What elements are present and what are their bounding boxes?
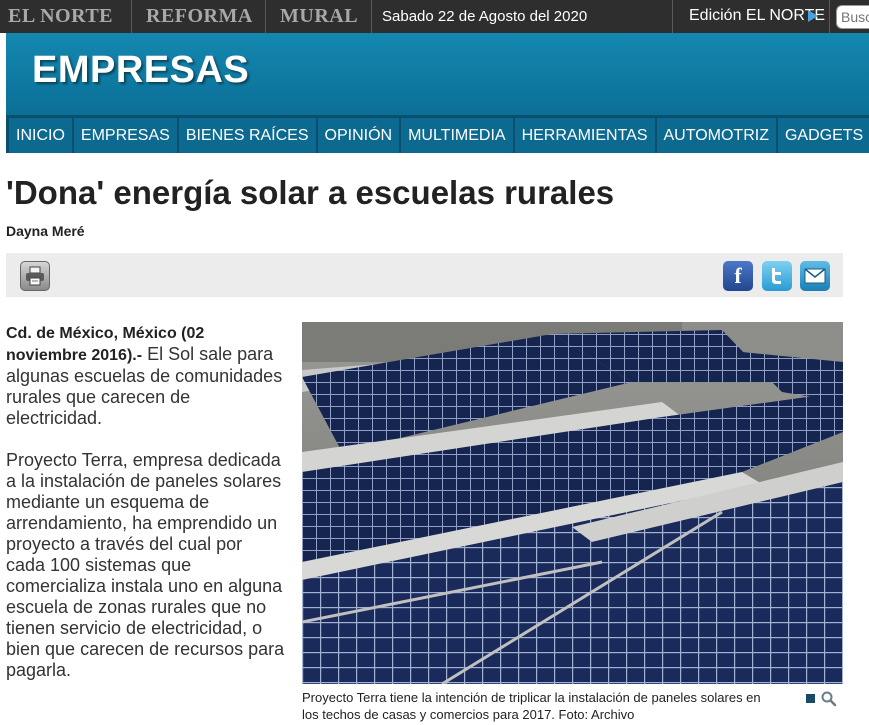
email-icon[interactable] <box>800 261 830 291</box>
nav-item-automotriz[interactable]: AUTOMOTRIZ <box>656 118 776 153</box>
brand-link-el-norte[interactable]: EL NORTE <box>8 4 113 28</box>
brand-link-reforma[interactable]: REFORMA <box>146 4 253 28</box>
edition-selector[interactable]: Edición EL NORTE <box>689 0 825 33</box>
divider <box>371 0 372 33</box>
article-paragraph: Proyecto Terra, empresa dedicada a la in… <box>6 450 285 680</box>
twitter-icon[interactable] <box>762 261 792 291</box>
article-paragraph: Cd. de México, México (02 noviembre 2016… <box>6 322 286 429</box>
article-tools-bar: f <box>6 253 843 297</box>
article-headline: 'Dona' energía solar a escuelas rurales <box>6 174 615 211</box>
nav-item-bienes-raices[interactable]: BIENES RAÍCES <box>178 118 316 153</box>
magnifier-icon[interactable] <box>820 690 838 708</box>
current-date: Sabado 22 de Agosto del 2020 <box>382 8 588 25</box>
divider <box>131 0 132 33</box>
article-byline: Dayna Meré <box>6 223 85 239</box>
main-nav: INICIO EMPRESAS BIENES RAÍCES OPINIÓN MU… <box>6 115 869 153</box>
nav-item-empresas[interactable]: EMPRESAS <box>73 118 177 153</box>
section-header: EMPRESAS <box>6 33 869 115</box>
nav-item-opinion[interactable]: OPINIÓN <box>317 118 400 153</box>
triangle-right-icon[interactable] <box>808 10 818 22</box>
photo-caption: Proyecto Terra tiene la intención de tri… <box>302 690 761 722</box>
article-photo[interactable] <box>302 322 843 684</box>
brand-link-mural[interactable]: MURAL <box>280 4 358 28</box>
nav-item-multimedia[interactable]: MULTIMEDIA <box>401 118 513 153</box>
divider <box>265 0 266 33</box>
top-bar: EL NORTE REFORMA MURAL Sabado 22 de Agos… <box>0 0 869 33</box>
article-body: Cd. de México, México (02 noviembre 2016… <box>6 322 286 702</box>
divider <box>672 0 673 33</box>
nav-item-herramientas[interactable]: HERRAMIENTAS <box>514 118 655 153</box>
search-input[interactable] <box>836 5 869 29</box>
divider <box>829 0 830 33</box>
section-title: EMPRESAS <box>32 49 250 91</box>
nav-item-gadgets[interactable]: GADGETS <box>777 118 869 153</box>
facebook-icon[interactable]: f <box>723 261 753 291</box>
printer-icon[interactable] <box>20 261 50 291</box>
nav-item-inicio[interactable]: INICIO <box>9 118 72 153</box>
gallery-indicator[interactable] <box>806 694 815 703</box>
